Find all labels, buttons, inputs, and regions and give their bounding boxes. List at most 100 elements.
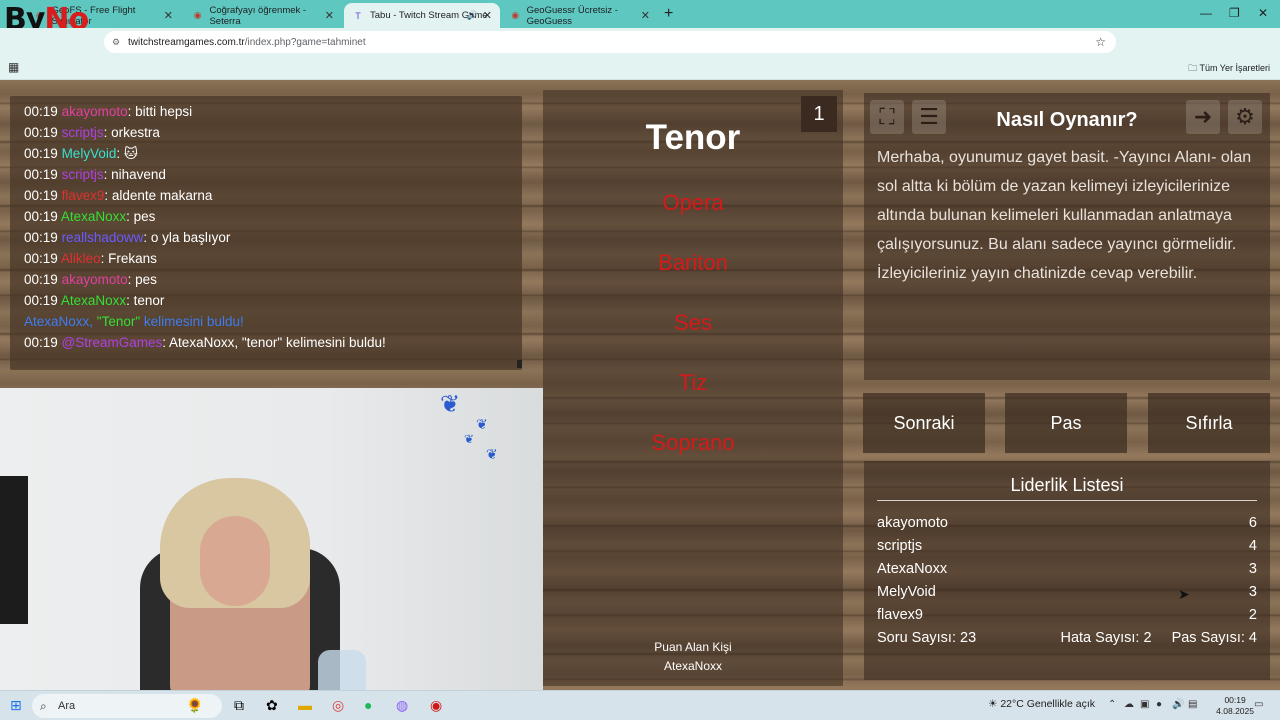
- exit-icon[interactable]: ➜: [1186, 100, 1220, 134]
- copilot-icon[interactable]: ✿: [266, 697, 278, 714]
- spotify-icon[interactable]: ●: [364, 697, 372, 713]
- chat-message: 00:19 flavex9: aldente makarna: [24, 185, 508, 206]
- message-time: 00:19: [24, 272, 58, 287]
- message-user[interactable]: AtexaNoxx: [61, 293, 126, 308]
- player-score: 4: [1248, 537, 1257, 554]
- leaderboard-row: scriptjs 4: [877, 534, 1257, 557]
- player-name: AtexaNoxx: [877, 560, 948, 577]
- message-user[interactable]: AtexaNoxx: [61, 209, 126, 224]
- message-user[interactable]: akayomoto: [62, 104, 128, 119]
- player-name: flavex9: [877, 606, 923, 623]
- chat-message: 00:19 scriptjs: nihavend: [24, 164, 508, 185]
- chrome-icon[interactable]: ◎: [332, 697, 344, 714]
- message-user[interactable]: scriptjs: [62, 125, 104, 140]
- app-tray-icon[interactable]: ▣: [1140, 699, 1149, 710]
- close-icon[interactable]: ✕: [483, 9, 492, 22]
- speaker-icon[interactable]: 🔊: [467, 10, 478, 21]
- message-user[interactable]: Alikleo: [61, 251, 101, 266]
- tabu-icon: T: [355, 10, 361, 21]
- restore-button[interactable]: ❐: [1229, 6, 1240, 20]
- leaderboard-row: flavex9 2: [877, 603, 1257, 626]
- pass-button[interactable]: Pas: [1005, 393, 1127, 453]
- next-button[interactable]: Sonraki: [863, 393, 985, 453]
- message-text: : tenor: [126, 293, 165, 308]
- gear-icon[interactable]: ⚙: [1228, 100, 1262, 134]
- butterfly-decal: ❦: [476, 416, 488, 432]
- message-user[interactable]: MelyVoid: [62, 146, 117, 161]
- notifications-icon[interactable]: ▭: [1254, 699, 1263, 710]
- message-time: 00:19: [24, 125, 58, 140]
- error-count: Hata Sayısı: 2: [1060, 629, 1152, 646]
- minimize-button[interactable]: —: [1200, 6, 1212, 20]
- message-text: : pes: [127, 272, 157, 287]
- apps-grid-icon[interactable]: ▦: [8, 60, 19, 74]
- message-text: : nihavend: [103, 167, 166, 182]
- tray-overflow-icon[interactable]: ⌃: [1108, 699, 1116, 710]
- message-text: : aldente makarna: [104, 188, 213, 203]
- message-time: 00:19: [24, 251, 58, 266]
- player-name: MelyVoid: [877, 583, 936, 600]
- message-user[interactable]: akayomoto: [62, 272, 128, 287]
- close-window-button[interactable]: ✕: [1258, 6, 1268, 20]
- message-text: : orkestra: [103, 125, 160, 140]
- chat-message: 00:19 scriptjs: orkestra: [24, 122, 508, 143]
- message-user[interactable]: reallshadoww: [62, 230, 144, 245]
- tab-tabu[interactable]: T Tabu - Twitch Stream Game 🔊 ✕: [344, 3, 500, 28]
- reset-button[interactable]: Sıfırla: [1148, 393, 1270, 453]
- message-user[interactable]: scriptjs: [62, 167, 104, 182]
- chat-message: 00:19 MelyVoid: 🐱: [24, 143, 508, 164]
- bookmarks-bar: ▦ 🗀 Tüm Yer İşaretleri: [0, 56, 1280, 80]
- chat-panel: 00:19 akayomoto: bitti hepsi 00:19 script…: [10, 96, 522, 370]
- obs-icon[interactable]: ◉: [430, 697, 442, 714]
- search-icon: ⌕: [40, 698, 47, 713]
- player-score: 6: [1248, 514, 1257, 531]
- close-icon[interactable]: ✕: [641, 9, 650, 22]
- volume-icon[interactable]: 🔊: [1172, 699, 1184, 710]
- bookmark-star-icon[interactable]: ☆: [1095, 35, 1106, 49]
- player-name: akayomoto: [877, 514, 948, 531]
- message-user[interactable]: flavex9: [62, 188, 105, 203]
- chat-message: 00:19 AtexaNoxx: pes: [24, 206, 508, 227]
- monitor: [0, 476, 28, 624]
- chat-message: 00:19 akayomoto: pes: [24, 269, 508, 290]
- file-explorer-icon[interactable]: ▬: [298, 697, 312, 713]
- microphone-icon[interactable]: ●: [1156, 699, 1162, 710]
- bot-user[interactable]: @StreamGames: [62, 335, 163, 350]
- leaderboard-rows: akayomoto 6 scriptjs 4 AtexaNoxx 3 MelyVoid 3 fl…: [877, 511, 1257, 626]
- weather-widget[interactable]: ☀ 22°C Genellikle açık: [988, 698, 1095, 710]
- system-clock[interactable]: 00:19 4.08.2025: [1216, 695, 1254, 717]
- message-time: 00:19: [24, 167, 58, 182]
- tab-geoguessr[interactable]: ◉ GeoGuessr Ücretsiz - GeoGuess ✕: [502, 3, 658, 28]
- player-score: 2: [1248, 606, 1257, 623]
- close-icon[interactable]: ✕: [164, 9, 173, 22]
- how-to-play-text: Merhaba, oyunumuz gayet basit. -Yayıncı …: [877, 149, 1252, 282]
- message-text: : AtexaNoxx, "tenor" kelimesini buldu!: [162, 335, 386, 350]
- sunflower-widget-icon[interactable]: 🌻: [186, 697, 203, 714]
- new-tab-button[interactable]: +: [664, 5, 673, 23]
- word-found-notice: AtexaNoxx, "Tenor" kelimesini buldu!: [24, 311, 508, 332]
- bot-message: 00:19 @StreamGames: AtexaNoxx, "tenor" k…: [24, 332, 508, 353]
- start-icon[interactable]: ⊞: [10, 697, 22, 714]
- message-text: : pes: [126, 209, 156, 224]
- message-text: : o yla başlıyor: [143, 230, 231, 245]
- location-pin-icon: ◉: [193, 10, 202, 20]
- address-bar[interactable]: ⚙ twitchstreamgames.com.tr/index.php?gam…: [104, 31, 1116, 53]
- chat-scrollbar[interactable]: [517, 360, 522, 368]
- player-score: 3: [1248, 583, 1257, 600]
- url-host: twitchstreamgames.com.tr: [128, 36, 245, 48]
- close-icon[interactable]: ✕: [325, 9, 334, 22]
- tab-seterra[interactable]: ◉ Coğrafyayı öğrenmek - Seterra ✕: [184, 3, 342, 28]
- toolbar: ← ↻ ⚙ twitchstreamgames.com.tr/index.php…: [0, 28, 1280, 76]
- task-view-icon[interactable]: ⧉: [234, 697, 244, 714]
- question-count: Soru Sayısı: 23: [877, 629, 977, 646]
- message-text: : 🐱: [116, 146, 138, 161]
- all-bookmarks-link[interactable]: 🗀 Tüm Yer İşaretleri: [1188, 61, 1270, 77]
- cloud-icon[interactable]: ☁: [1124, 699, 1134, 710]
- tab-label: GeoGuessr Ücretsiz - GeoGuess: [526, 4, 618, 27]
- chat-message: 00:19 AtexaNoxx: tenor: [24, 290, 508, 311]
- network-icon[interactable]: ▤: [1188, 699, 1197, 710]
- message-time: 00:19: [24, 293, 58, 308]
- site-info-icon[interactable]: ⚙: [112, 37, 120, 48]
- taboo-card: 1 Tenor Opera Bariton Ses Tiz Soprano Pu…: [543, 90, 843, 686]
- discord-icon[interactable]: ◍: [396, 697, 408, 714]
